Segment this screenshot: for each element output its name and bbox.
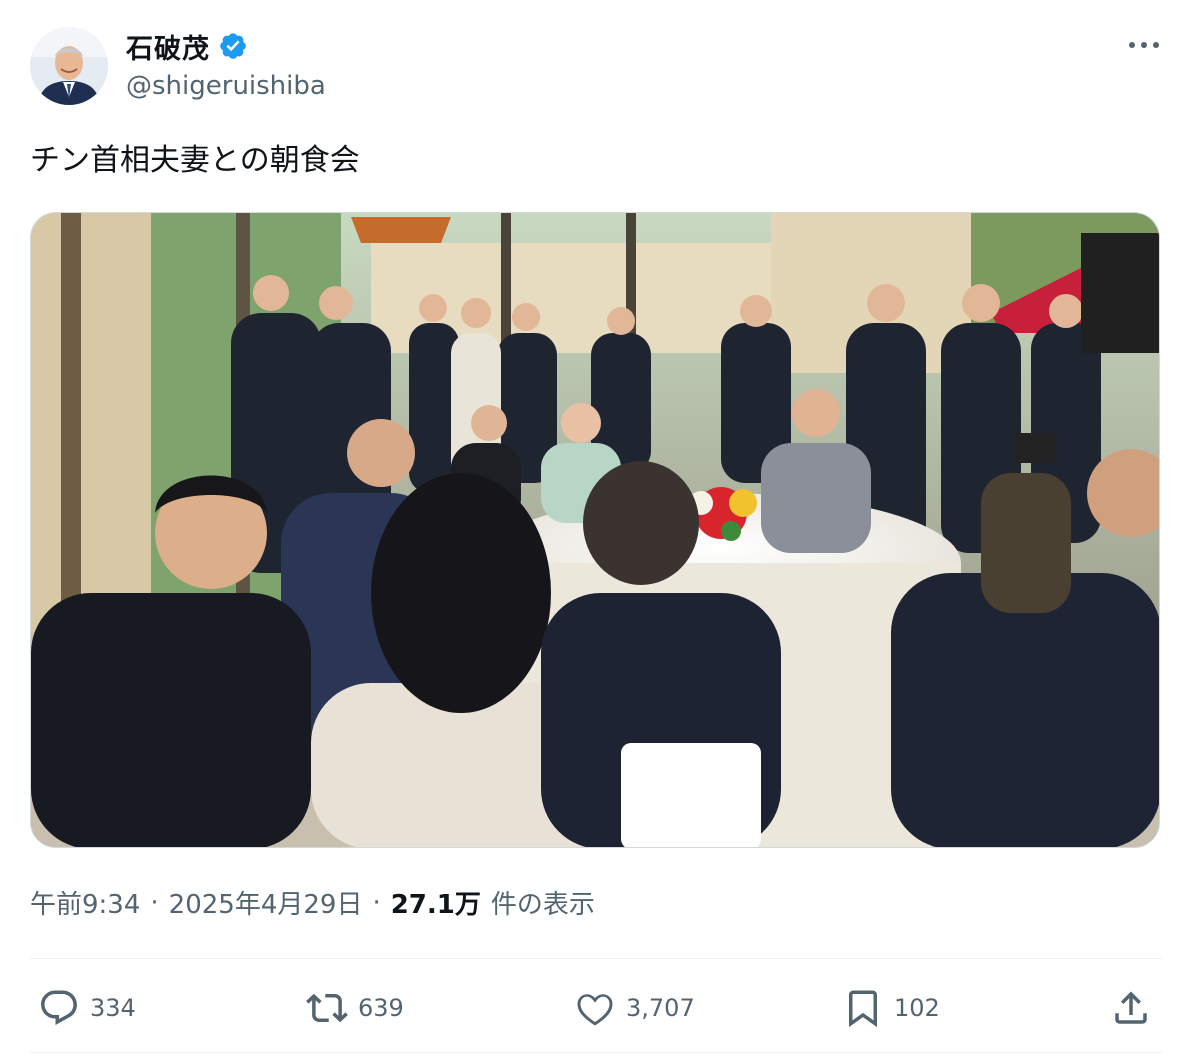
tweet-meta: 午前9:34 · 2025年4月29日 · 27.1万 件の表示 — [30, 884, 595, 921]
tweet-photo[interactable] — [30, 212, 1160, 848]
divider — [30, 958, 1162, 959]
action-bar: 334 639 3,707 102 — [0, 960, 1198, 1056]
reply-count: 334 — [90, 994, 136, 1022]
user-handle[interactable]: @shigeruishiba — [126, 71, 326, 101]
bookmark-count: 102 — [894, 994, 940, 1022]
share-button[interactable] — [1110, 986, 1162, 1030]
display-name[interactable]: 石破茂 — [126, 27, 210, 66]
name-row[interactable]: 石破茂 — [126, 27, 248, 66]
meta-separator: · — [372, 887, 381, 918]
repost-count: 639 — [358, 994, 404, 1022]
repost-button[interactable]: 639 — [306, 986, 404, 1030]
reply-icon — [41, 990, 77, 1025]
reply-button[interactable]: 334 — [38, 986, 136, 1030]
tweet-header: 石破茂 @shigeruishiba — [0, 0, 1198, 120]
verified-badge-icon — [220, 33, 246, 59]
views-count: 27.1万 — [390, 890, 481, 920]
meta-separator: · — [150, 887, 159, 918]
bookmark-icon — [849, 990, 877, 1028]
like-count: 3,707 — [626, 994, 695, 1022]
avatar[interactable] — [30, 27, 108, 105]
tweet-date[interactable]: 2025年4月29日 — [169, 884, 363, 921]
tweet-time[interactable]: 午前9:34 — [30, 884, 140, 921]
more-icon[interactable] — [1124, 30, 1164, 60]
bookmark-button[interactable]: 102 — [842, 986, 940, 1030]
share-icon — [1115, 991, 1147, 1024]
like-button[interactable]: 3,707 — [574, 986, 695, 1030]
divider — [30, 1052, 1162, 1053]
tweet-text: チン首相夫妻との朝食会 — [30, 143, 360, 178]
repost-icon — [306, 993, 348, 1023]
views-label: 件の表示 — [490, 890, 595, 920]
like-icon — [577, 994, 613, 1026]
